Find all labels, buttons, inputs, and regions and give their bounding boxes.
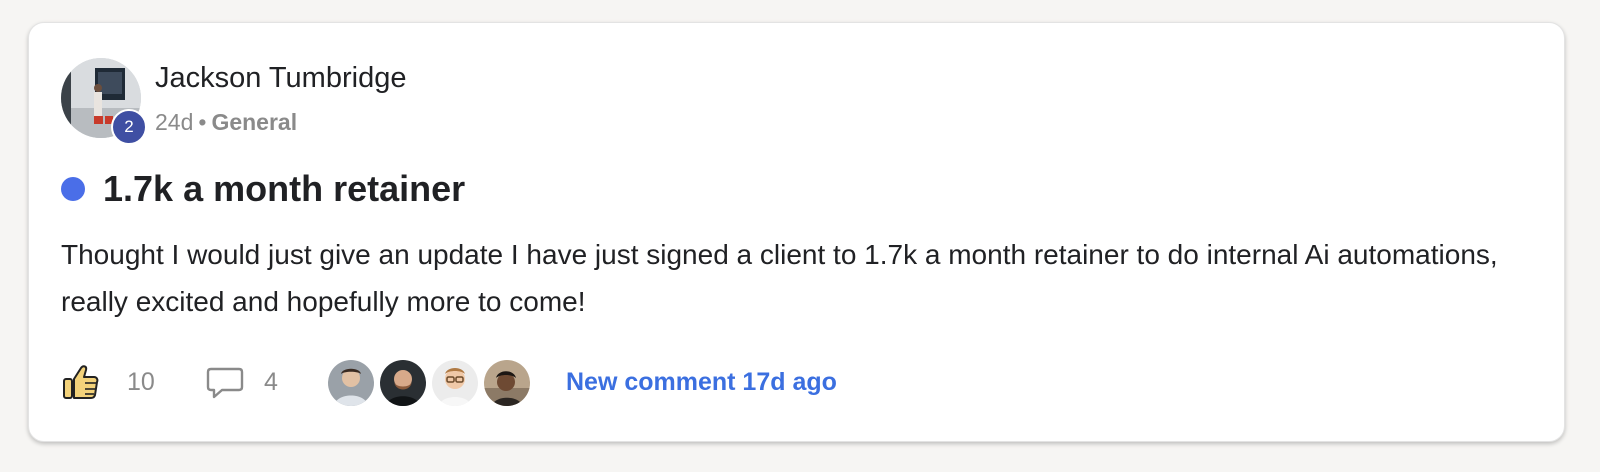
- commenter-avatar[interactable]: [378, 358, 428, 408]
- author-avatar-group[interactable]: 2: [61, 58, 147, 145]
- post-meta: 24d • General: [155, 109, 297, 136]
- meta-separator: •: [198, 109, 207, 135]
- post-card[interactable]: 2 Jackson Tumbridge 24d • General 1.7k a m…: [28, 22, 1565, 442]
- comment-icon[interactable]: [205, 366, 245, 400]
- post-footer: 10 4 New comment 17d ago: [61, 358, 961, 408]
- commenter-avatar[interactable]: [326, 358, 376, 408]
- post-title[interactable]: 1.7k a month retainer: [103, 168, 465, 210]
- commenter-avatars[interactable]: [326, 358, 546, 408]
- like-count: 10: [127, 368, 155, 396]
- post-body[interactable]: Thought I would just give an update I ha…: [61, 231, 1521, 325]
- post-category[interactable]: General: [211, 109, 297, 135]
- commenter-avatar[interactable]: [430, 358, 480, 408]
- post-time: 24d: [155, 109, 194, 135]
- thumbs-up-icon[interactable]: [61, 362, 101, 402]
- new-comment-link[interactable]: New comment 17d ago: [566, 368, 837, 397]
- comment-count: 4: [264, 368, 278, 396]
- author-name[interactable]: Jackson Tumbridge: [155, 62, 406, 95]
- commenter-avatar[interactable]: [482, 358, 532, 408]
- level-badge: 2: [111, 109, 147, 145]
- unread-indicator: [61, 177, 85, 201]
